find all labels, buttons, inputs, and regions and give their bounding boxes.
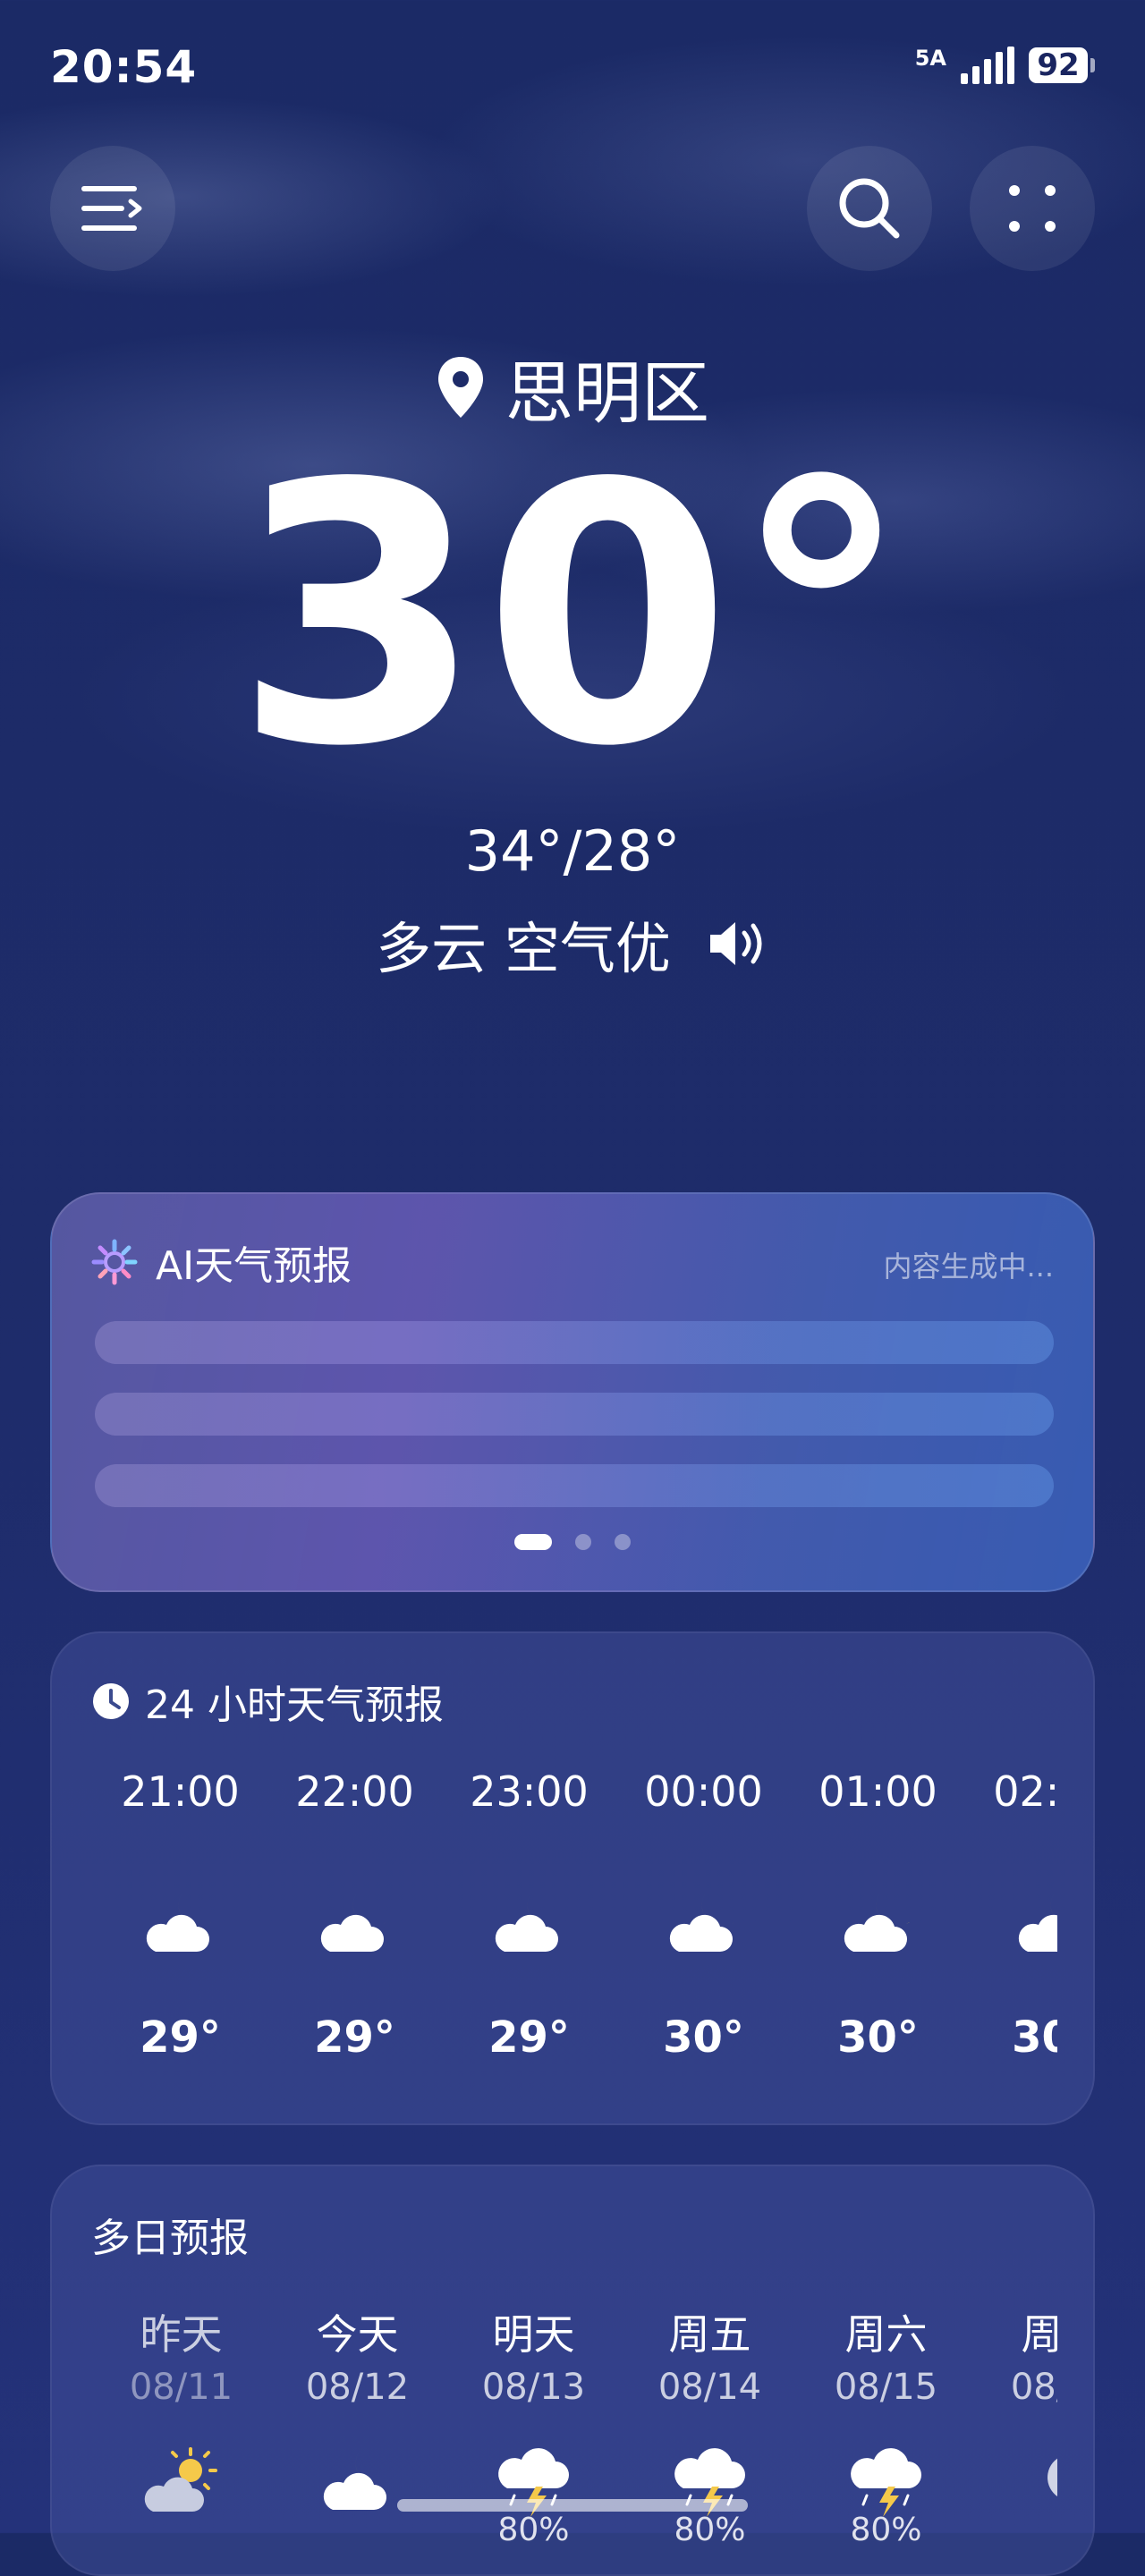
hour-temperature: 29° xyxy=(488,2012,570,2063)
hour-temperature: 29° xyxy=(314,2012,395,2063)
more-button[interactable] xyxy=(970,146,1095,271)
battery-level: 92 xyxy=(1029,47,1088,83)
day-date: 08/16 xyxy=(1010,2367,1057,2408)
hourly-item[interactable]: 21:00 29° xyxy=(93,1767,267,2107)
hourly-forecast-card[interactable]: 24 小时天气预报 21:00 29° 22:00 29° 23:00 29° 00:00 3… xyxy=(50,1631,1095,2125)
ai-forecast-title: AI天气预报 xyxy=(156,1243,352,1289)
day-name: 明天 xyxy=(492,2310,575,2359)
hour-temperature: 30° xyxy=(1012,2012,1057,2063)
hour-temperature: 30° xyxy=(663,2012,744,2063)
temperature-range: 34°/28° xyxy=(464,818,681,884)
current-temperature: 30° xyxy=(233,409,912,825)
cloudy-night-icon xyxy=(138,1885,224,1966)
page-dot[interactable] xyxy=(575,1534,591,1550)
cloudy-night-icon xyxy=(315,2444,401,2515)
daily-item[interactable]: 今天 08/12 xyxy=(269,2302,445,2571)
home-indicator[interactable] xyxy=(397,2499,748,2512)
daily-item[interactable]: 周日 08/16 xyxy=(974,2302,1057,2571)
clock-icon xyxy=(93,1683,129,1719)
loading-line xyxy=(95,1464,1054,1507)
hour-time: 02:00 xyxy=(993,1767,1057,1816)
hourly-item[interactable]: 23:00 29° xyxy=(442,1767,616,2107)
daily-item[interactable]: 周五 08/14 80% xyxy=(622,2302,798,2571)
hourly-item[interactable]: 22:00 29° xyxy=(267,1767,442,2107)
hourly-item[interactable]: 00:00 30° xyxy=(616,1767,791,2107)
signal-icon xyxy=(961,47,1014,84)
day-name: 昨天 xyxy=(140,2310,223,2359)
hour-time: 23:00 xyxy=(470,1767,589,1816)
hourly-title: 24 小时天气预报 xyxy=(145,1682,444,1728)
condition-text: 多云 空气优 xyxy=(376,916,671,981)
weather-condition: 多云 空气优 xyxy=(0,903,1145,984)
daily-item[interactable]: 明天 08/13 80% xyxy=(445,2302,622,2571)
cloudy-night-icon xyxy=(1010,1885,1057,1966)
ai-forecast-header: AI天气预报 xyxy=(91,1233,352,1291)
status-time: 20:54 xyxy=(50,41,198,93)
more-dots-icon xyxy=(1009,185,1056,232)
day-date: 08/14 xyxy=(657,2367,762,2408)
precipitation-chance: 80% xyxy=(497,2512,570,2548)
hourly-list[interactable]: 21:00 29° 22:00 29° 23:00 29° 00:00 30° 01:00 30°… xyxy=(93,1767,1057,2107)
hour-temperature: 30° xyxy=(837,2012,919,2063)
hourly-item[interactable]: 02:00 30° xyxy=(965,1767,1057,2107)
cloudy-night-icon xyxy=(661,1885,747,1966)
page-dot-active[interactable] xyxy=(514,1534,552,1550)
day-date: 08/12 xyxy=(305,2367,410,2408)
daily-list[interactable]: 昨天 08/11 今天 08/12 明天 08/13 80% 周五 08/14 80% 周六 08/1… xyxy=(93,2302,1057,2571)
cloudy-night-icon xyxy=(487,1885,572,1966)
speaker-icon[interactable] xyxy=(707,919,769,969)
loading-line xyxy=(95,1321,1054,1364)
daily-forecast-card[interactable]: 多日预报 昨天 08/11 今天 08/12 明天 08/13 80% 周五 08/14 80% 周… xyxy=(50,2165,1095,2576)
day-name: 今天 xyxy=(316,2310,399,2359)
ai-sparkle-icon xyxy=(91,1239,138,1285)
day-date: 08/11 xyxy=(129,2367,233,2408)
menu-button[interactable] xyxy=(50,146,175,271)
search-button[interactable] xyxy=(807,146,932,271)
precipitation-chance: 80% xyxy=(850,2512,922,2548)
day-date: 08/13 xyxy=(481,2367,586,2408)
day-name: 周日 xyxy=(1021,2310,1058,2359)
battery-icon: 92 xyxy=(1029,47,1095,83)
daily-title: 多日预报 xyxy=(91,2216,249,2261)
precipitation-chance: 80% xyxy=(674,2512,746,2548)
menu-icon xyxy=(81,186,142,231)
day-name: 周五 xyxy=(668,2310,751,2359)
hourly-header: 24 小时天气预报 xyxy=(91,1673,444,1730)
page-indicator[interactable] xyxy=(52,1534,1093,1550)
daily-item[interactable]: 昨天 08/11 xyxy=(93,2302,269,2571)
day-date: 08/15 xyxy=(834,2367,938,2408)
partly-sunny-icon xyxy=(139,2444,225,2515)
status-bar: 20:54 5A 92 xyxy=(0,0,1145,143)
day-name: 周六 xyxy=(844,2310,928,2359)
moon-icon xyxy=(1020,2444,1057,2515)
cloudy-night-icon xyxy=(312,1885,398,1966)
hourly-item[interactable]: 01:00 30° xyxy=(791,1767,965,2107)
hour-time: 21:00 xyxy=(121,1767,240,1816)
ai-forecast-status: 内容生成中... xyxy=(883,1250,1054,1284)
page-dot[interactable] xyxy=(615,1534,631,1550)
hour-time: 01:00 xyxy=(818,1767,937,1816)
thunderstorm-icon xyxy=(844,2444,929,2517)
hour-time: 00:00 xyxy=(644,1767,763,1816)
cloudy-night-icon xyxy=(835,1885,921,1966)
search-icon xyxy=(839,178,900,239)
hour-time: 22:00 xyxy=(295,1767,414,1816)
loading-line xyxy=(95,1393,1054,1436)
hour-temperature: 29° xyxy=(140,2012,221,2063)
ai-forecast-card[interactable]: AI天气预报 内容生成中... xyxy=(50,1192,1095,1592)
status-indicators: 5A 92 xyxy=(915,47,1095,84)
network-label: 5A xyxy=(914,46,946,71)
daily-item[interactable]: 周六 08/15 80% xyxy=(798,2302,974,2571)
